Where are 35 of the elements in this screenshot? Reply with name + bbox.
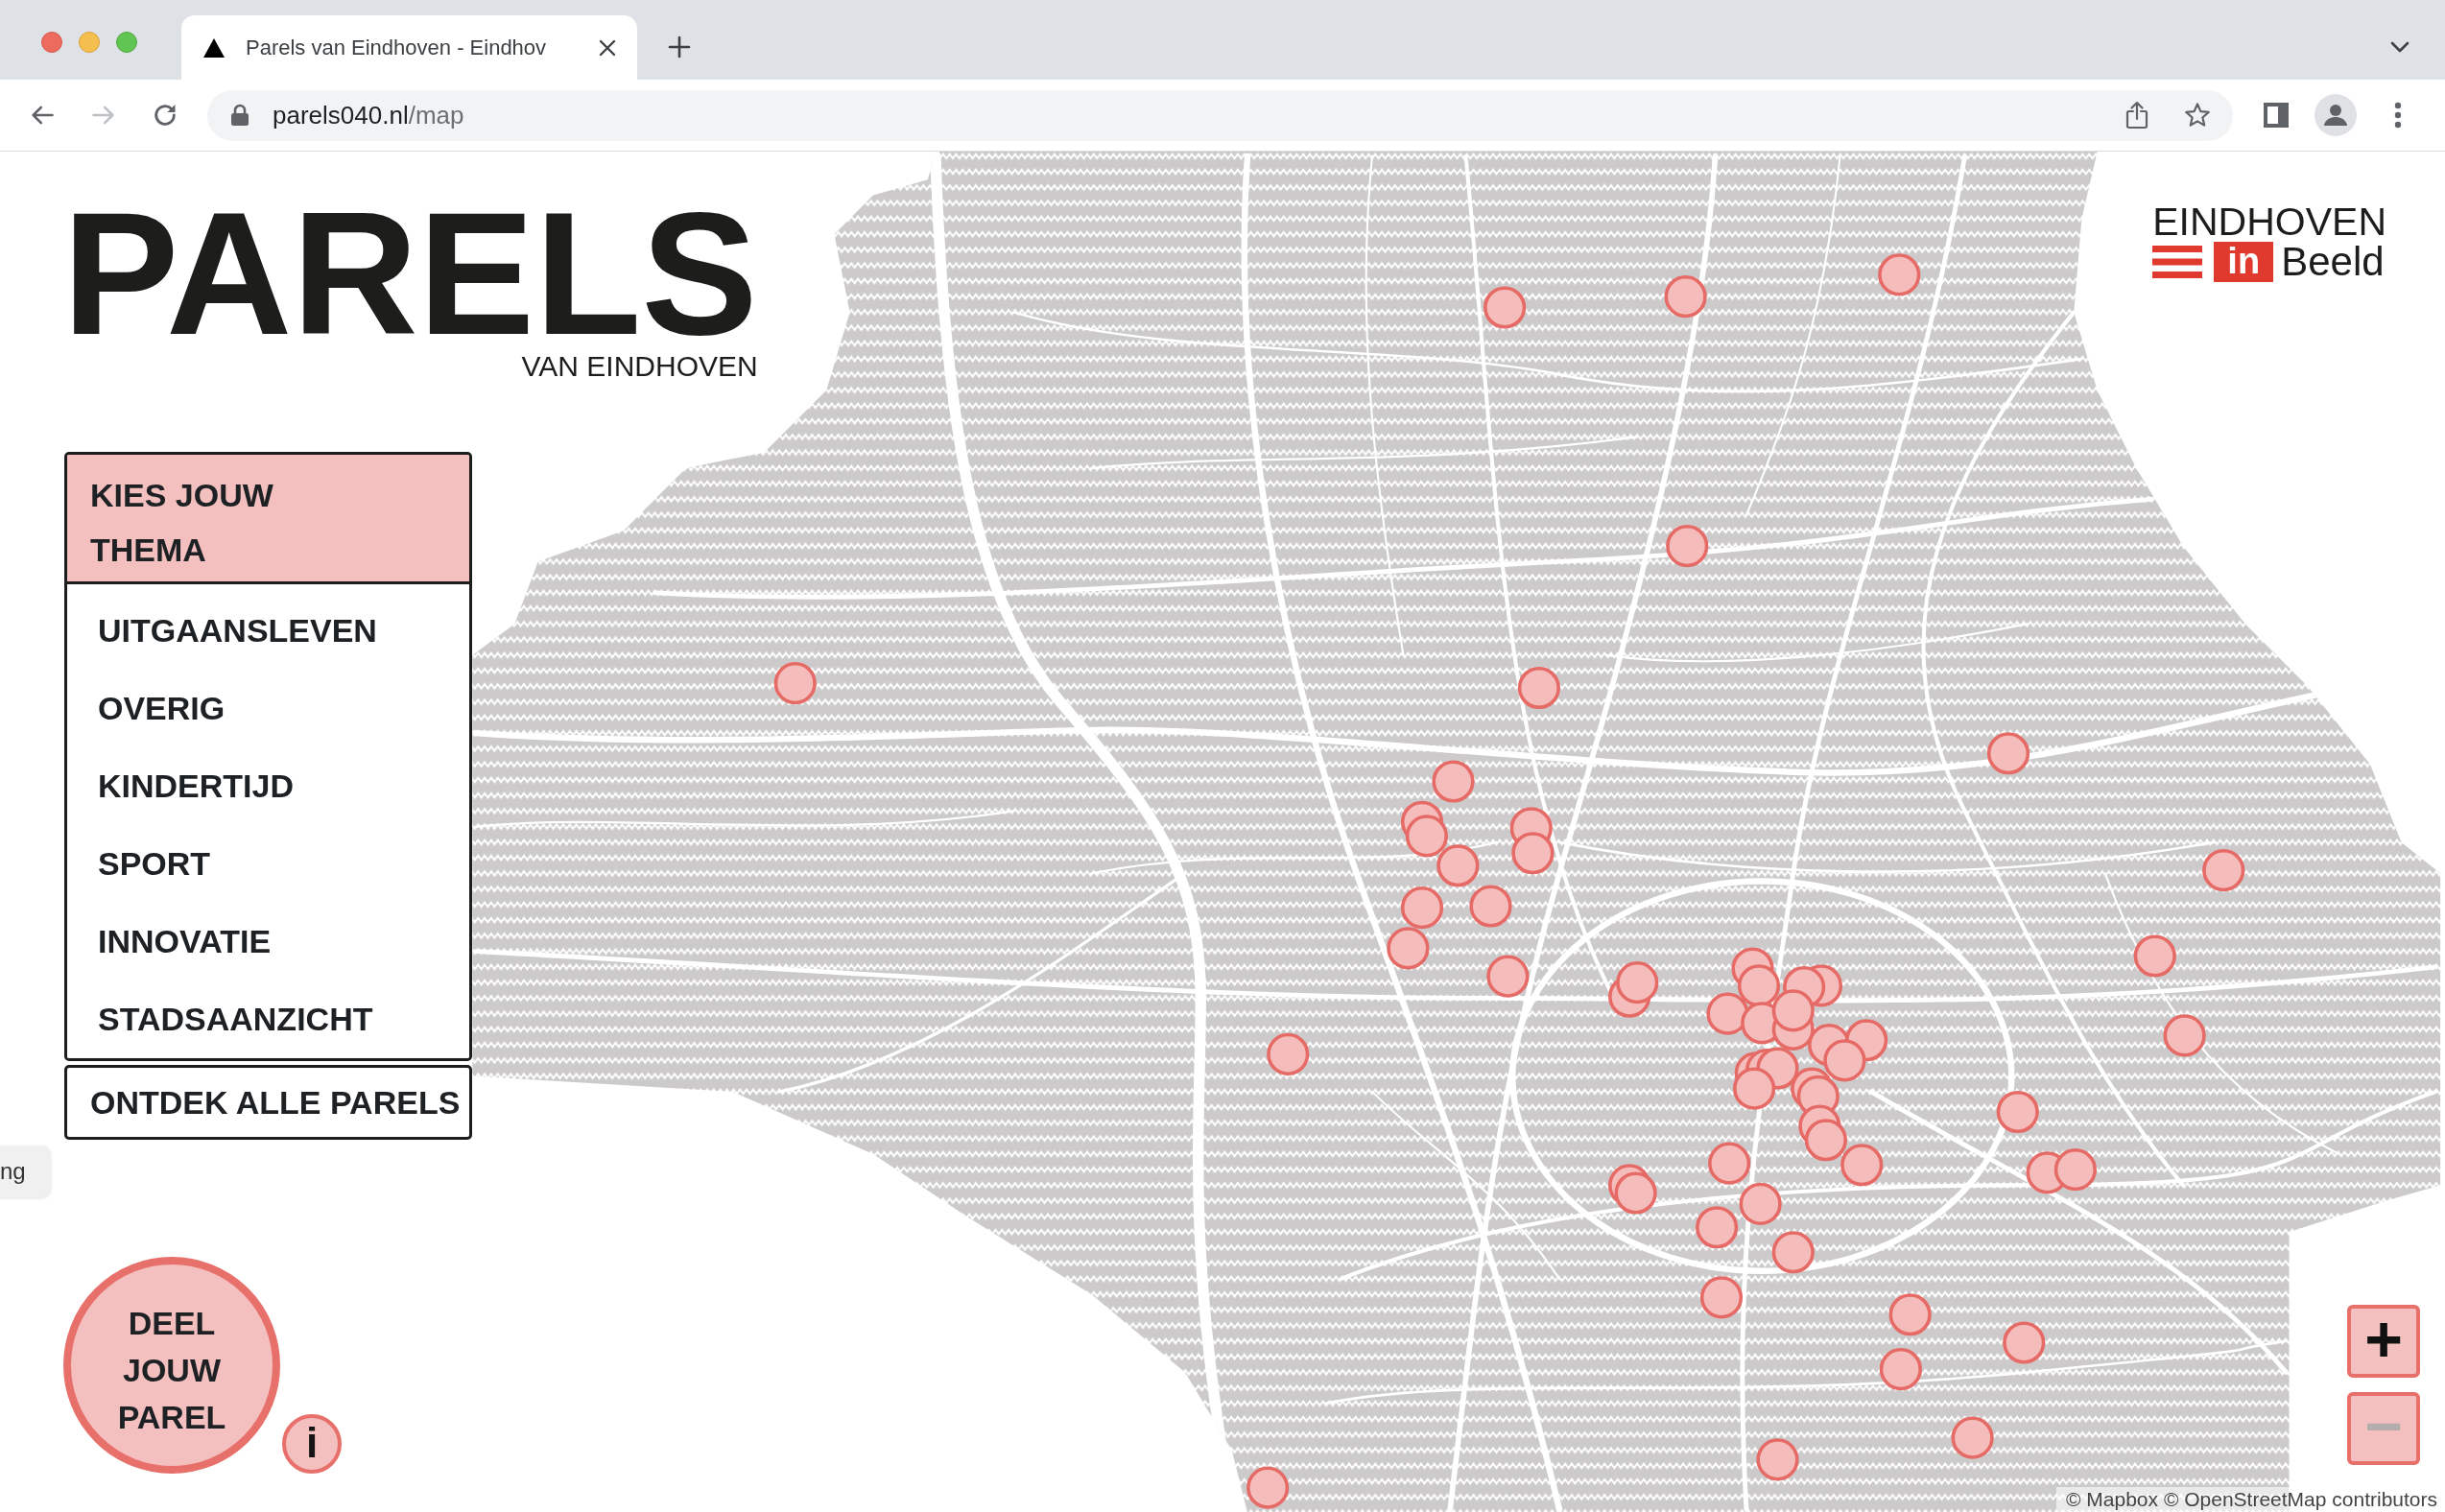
maximize-window-icon[interactable] — [116, 32, 137, 53]
more-menu-icon[interactable] — [2394, 102, 2402, 129]
close-window-icon[interactable] — [41, 32, 62, 53]
marker-cluster-icon[interactable] — [1608, 1164, 1657, 1215]
zoom-in-button[interactable]: + — [2347, 1305, 2420, 1378]
partner-logo-text: EINDHOVEN — [2152, 202, 2386, 242]
url-text[interactable]: parels040.nl/map — [273, 100, 464, 130]
reload-icon[interactable] — [152, 102, 178, 129]
address-bar[interactable]: parels040.nl/map — [207, 89, 2233, 141]
marker-icon[interactable] — [1986, 732, 2030, 775]
marker-cluster-icon[interactable] — [1509, 807, 1555, 875]
lock-icon[interactable] — [230, 104, 249, 127]
marker-icon[interactable] — [1699, 1276, 1744, 1319]
partner-logo-badge: in — [2214, 242, 2274, 282]
close-icon[interactable] — [599, 38, 616, 57]
triangle-icon — [203, 37, 225, 58]
marker-cluster-icon[interactable] — [2026, 1148, 2097, 1194]
info-button[interactable]: i — [282, 1414, 342, 1474]
share-pearl-button[interactable]: DEEL JOUW PAREL — [63, 1257, 280, 1474]
star-icon[interactable] — [2184, 102, 2211, 129]
chevron-down-icon[interactable] — [2390, 41, 2409, 53]
profile-icon[interactable] — [2314, 94, 2357, 136]
marker-cluster-icon[interactable] — [1608, 961, 1659, 1018]
partner-logo-text: Beeld — [2281, 242, 2385, 282]
share-icon[interactable] — [2125, 101, 2148, 130]
marker-cluster-icon[interactable] — [1400, 800, 1480, 887]
menu-header: KIES JOUW THEMA — [67, 455, 469, 584]
side-panel-icon[interactable] — [2263, 102, 2290, 129]
marker-cluster-icon[interactable] — [1706, 947, 1888, 1187]
minimize-window-icon[interactable] — [79, 32, 100, 53]
browser-tab[interactable]: Parels van Eindhoven - Eindhov — [181, 15, 637, 80]
plus-icon[interactable] — [668, 35, 691, 59]
marker-cluster-icon[interactable] — [1387, 886, 1444, 970]
discover-all-button[interactable]: ONTDEK ALLE PARELS — [64, 1065, 472, 1140]
tooltip-label: ng — [0, 1146, 51, 1197]
